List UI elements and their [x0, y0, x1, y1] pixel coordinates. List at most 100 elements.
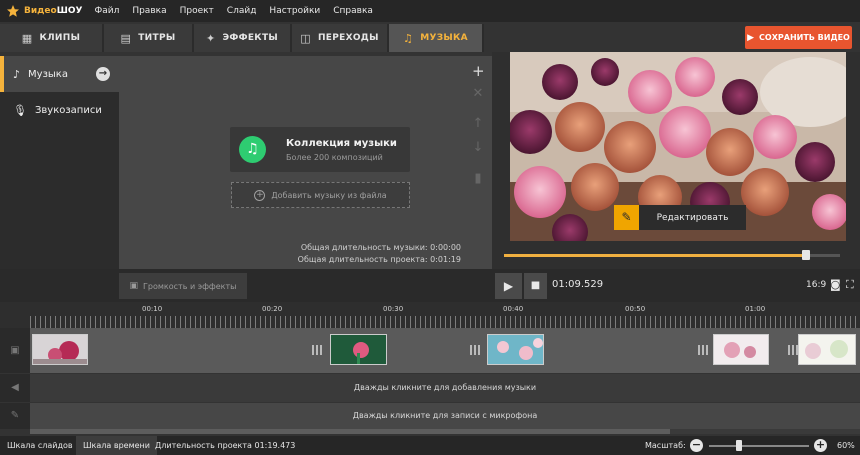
sidebar-item-music-label: Музыка — [28, 68, 68, 80]
menu-help[interactable]: Справка — [333, 6, 373, 16]
move-down-icon[interactable]: ↓ — [472, 140, 484, 155]
control-row: ▣ Громкость и эффекты ▶ ■ 01:09.529 16:9… — [0, 269, 860, 302]
logo-text-part2: ШОУ — [56, 6, 83, 16]
slide-clip[interactable] — [330, 334, 387, 365]
zoom-percent: 60% — [837, 441, 855, 450]
pencil-icon: ✎ — [614, 205, 639, 230]
seekbar-handle[interactable] — [802, 250, 811, 260]
menu-edit[interactable]: Правка — [132, 6, 166, 16]
microphone-track-icon: ✎ — [0, 403, 30, 429]
arrow-right-icon[interactable]: → — [96, 67, 110, 81]
menu-bar: ВидеоШОУ Файл Правка Проект Слайд Настро… — [0, 0, 860, 22]
app-logo: ВидеоШОУ — [6, 4, 82, 18]
sidebar-item-recordings[interactable]: 🎙 Звукозаписи — [0, 92, 119, 128]
ruler-label: 00:40 — [503, 305, 524, 313]
music-note-icon: ♫ — [403, 31, 414, 45]
zoom-out-button[interactable]: − — [690, 439, 703, 452]
collection-title: Коллекция музыки — [286, 138, 397, 149]
video-track[interactable] — [30, 328, 860, 373]
zoom-slider[interactable] — [709, 445, 809, 447]
ruler-label: 01:00 — [745, 305, 766, 313]
tab-effects[interactable]: ✦ ЭФФЕКТЫ — [194, 24, 292, 52]
sidebar-item-recordings-label: Звукозаписи — [34, 104, 102, 116]
clip-thumbnail — [33, 335, 87, 364]
slide-clip[interactable] — [487, 334, 544, 365]
menu-slide[interactable]: Слайд — [227, 6, 257, 16]
fullscreen-icon[interactable]: ⛶ — [846, 278, 854, 292]
transition-marker[interactable] — [470, 345, 480, 355]
menu-project[interactable]: Проект — [180, 6, 214, 16]
mic-track-hint: Дважды кликните для записи с микрофона — [352, 411, 538, 420]
play-button[interactable]: ▶ — [495, 273, 522, 299]
video-track-icon: ▣ — [0, 328, 30, 373]
seekbar-fill — [504, 254, 807, 257]
menu-file[interactable]: Файл — [94, 6, 119, 16]
music-collection-card[interactable]: ♫ Коллекция музыки Более 200 композиций — [230, 127, 410, 172]
add-icon[interactable]: + — [472, 62, 485, 80]
timeline-scrollbar[interactable] — [30, 429, 860, 434]
text-icon: ▤ — [120, 31, 132, 45]
aspect-ratio[interactable]: 16:9 — [806, 280, 826, 290]
playback-time: 01:09.529 — [552, 279, 604, 290]
trash-icon[interactable]: ▮ — [472, 171, 484, 186]
logo-star-icon — [7, 5, 19, 17]
camera-icon[interactable]: ◙ — [830, 278, 841, 291]
volume-effects-button[interactable]: ▣ Громкость и эффекты — [119, 273, 247, 299]
status-bar: Шкала слайдов Шкала времени Длительность… — [0, 436, 860, 455]
zoom-slider-handle[interactable] — [736, 440, 742, 451]
logo-text-part1: Видео — [24, 6, 57, 16]
tab-music[interactable]: ♫ МУЗЫКА — [389, 24, 484, 52]
project-duration: Общая длительность проекта: 0:01:19 — [297, 255, 461, 264]
app-window: ВидеоШОУ Файл Правка Проект Слайд Настро… — [0, 0, 860, 455]
zoom-in-button[interactable]: + — [814, 439, 827, 452]
edit-button[interactable]: ✎ Редактировать — [614, 205, 746, 230]
tab-slide-scale[interactable]: Шкала слайдов — [0, 436, 80, 455]
play-icon: ▶ — [503, 279, 514, 293]
transition-marker[interactable] — [698, 345, 708, 355]
tab-transitions[interactable]: ◫ ПЕРЕХОДЫ — [292, 24, 389, 52]
sidebar-item-music[interactable]: ♪ Музыка → — [0, 56, 119, 92]
save-video-label: СОХРАНИТЬ ВИДЕО — [759, 33, 850, 42]
tab-time-scale[interactable]: Шкала времени — [76, 436, 157, 455]
tab-clips-label: КЛИПЫ — [39, 33, 81, 43]
film-icon: ▦ — [21, 31, 33, 45]
tab-music-label: МУЗЫКА — [420, 33, 468, 43]
ruler-label: 00:50 — [625, 305, 646, 313]
volume-settings-icon: ▣ — [129, 281, 139, 291]
music-track[interactable]: Дважды кликните для добавления музыки — [30, 374, 860, 402]
stop-button[interactable]: ■ — [524, 273, 547, 299]
tab-titles[interactable]: ▤ ТИТРЫ — [104, 24, 194, 52]
scrollbar-thumb[interactable] — [30, 429, 670, 434]
slide-clip[interactable] — [32, 334, 88, 365]
timeline-ruler[interactable]: 00:10 00:20 00:30 00:40 00:50 01:00 — [0, 302, 860, 328]
preview-seekbar[interactable] — [504, 250, 840, 260]
ruler-label: 00:30 — [383, 305, 404, 313]
slide-clip[interactable] — [798, 334, 856, 365]
music-duration: Общая длительность музыки: 0:00:00 — [300, 243, 461, 252]
ruler-label: 00:20 — [262, 305, 283, 313]
music-track-hint: Дважды кликните для добавления музыки — [353, 383, 537, 392]
collection-subtitle: Более 200 композиций — [286, 153, 383, 162]
music-icon: ♪ — [13, 67, 21, 81]
microphone-track[interactable]: Дважды кликните для записи с микрофона — [30, 403, 860, 429]
transition-marker[interactable] — [788, 345, 798, 355]
transition-marker[interactable] — [312, 345, 322, 355]
clip-thumbnail — [488, 335, 543, 364]
move-up-icon[interactable]: ↑ — [472, 116, 484, 131]
ruler-ticks — [30, 316, 860, 328]
zoom-label: Масштаб: — [645, 441, 686, 450]
tab-clips[interactable]: ▦ КЛИПЫ — [0, 24, 104, 52]
delete-x-icon[interactable]: ✕ — [472, 86, 484, 101]
add-music-from-file-button[interactable]: + Добавить музыку из файла — [231, 182, 410, 208]
status-project-duration: Длительность проекта 01:19.473 — [155, 441, 296, 450]
menu-settings[interactable]: Настройки — [269, 6, 320, 16]
add-file-label: Добавить музыку из файла — [271, 190, 387, 200]
save-video-button[interactable]: ▶ СОХРАНИТЬ ВИДЕО — [745, 26, 852, 49]
slide-clip[interactable] — [713, 334, 769, 365]
clip-thumbnail — [714, 335, 768, 364]
main-tabs: ▦ КЛИПЫ ▤ ТИТРЫ ✦ ЭФФЕКТЫ ◫ ПЕРЕХОДЫ ♫ МУЗЫКА — [0, 24, 484, 52]
music-note-icon: ♫ — [239, 136, 266, 163]
clip-thumbnail — [331, 335, 386, 364]
tab-titles-label: ТИТРЫ — [138, 33, 176, 43]
film-save-icon: ▶ — [747, 32, 755, 43]
